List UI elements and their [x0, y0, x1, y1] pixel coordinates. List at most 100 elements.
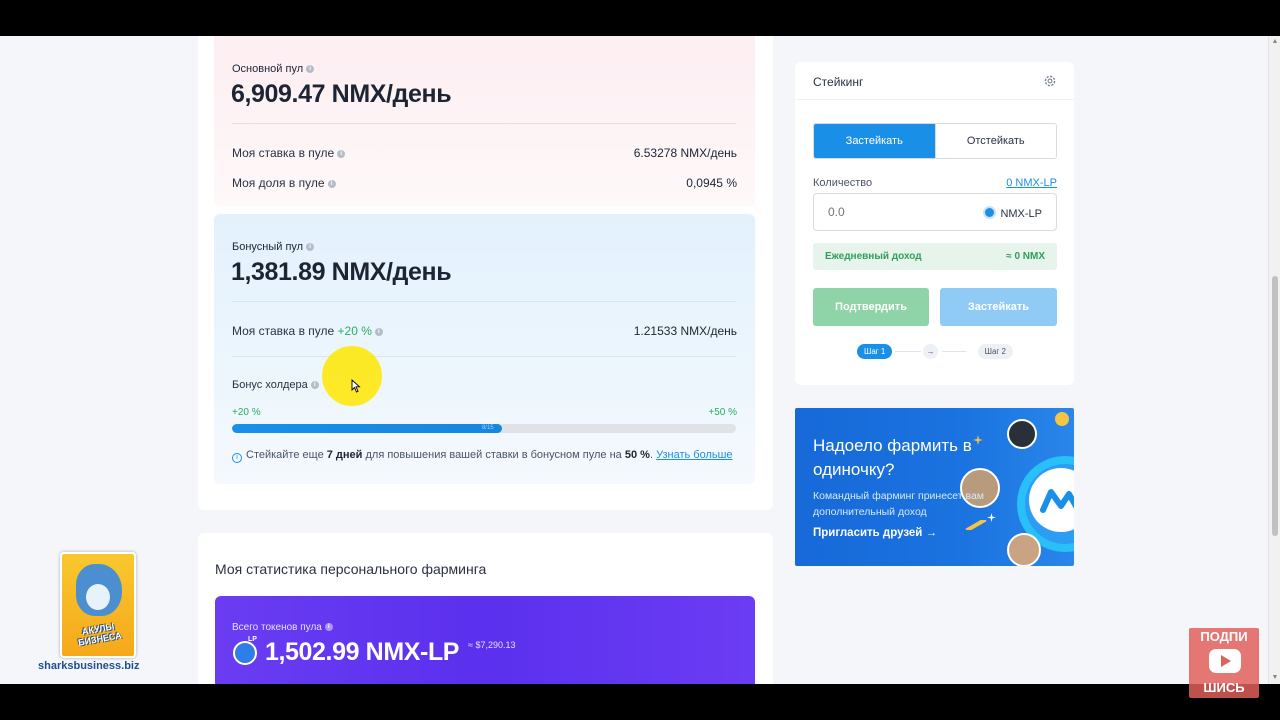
max-balance-link[interactable]: 0 NMX-LP [1006, 177, 1057, 189]
pencil-icon [965, 520, 987, 530]
holder-bonus-progress: 8/15 [232, 424, 736, 433]
stake-tabs: Застейкать Отстейкать [813, 123, 1057, 159]
scroll-down-icon[interactable]: ▼ [1271, 674, 1279, 682]
main-my-share-label: Моя доля в пуле i [232, 176, 336, 190]
browser-viewport: Основной пул i 6,909.47 NMX/день Моя став… [0, 36, 1280, 684]
shark-site-url: sharksbusiness.biz [38, 660, 140, 672]
info-icon[interactable]: i [306, 243, 315, 251]
bonus-pool-title-text: Бонусный пул [232, 241, 304, 253]
daily-income-value: ≈ 0 NMX [1006, 251, 1045, 262]
info-icon[interactable]: i [324, 623, 333, 631]
lp-token-icon [233, 641, 257, 665]
bonus-pool-panel: Бонусный пул i 1,381.89 NMX/день Моя став… [214, 214, 755, 484]
main-my-stake-value: 6.53278 NMX/день [633, 146, 737, 160]
holder-bonus-label-text: Бонус холдера [232, 379, 308, 391]
total-tokens-label: Всего токенов пула i [232, 622, 333, 633]
main-my-share-value: 0,0945 % [686, 176, 737, 190]
bonus-my-stake-value: 1.21533 NMX/день [633, 324, 737, 338]
main-my-stake-label-text: Моя ставка в пуле [232, 146, 335, 160]
info-icon[interactable]: i [337, 150, 346, 158]
sharks-business-logo: АКУЛЫ БИЗНЕСА [60, 552, 136, 658]
divider [232, 301, 736, 302]
subscribe-top-text: ПОДПИ [1200, 629, 1248, 644]
note-prefix: Стейкайте еще [246, 449, 324, 461]
quantity-field[interactable]: NMX-LP [813, 193, 1057, 231]
range-min-label: +20 % [232, 407, 261, 418]
note-percent: 50 % [624, 449, 650, 461]
confirm-button[interactable]: Подтвердить [813, 288, 929, 326]
step-1-badge: Шаг 1 [857, 344, 893, 359]
range-max-label: +50 % [708, 407, 737, 418]
main-pool-title: Основной пул i [232, 63, 315, 75]
quantity-label: Количество [813, 177, 873, 189]
info-icon[interactable]: i [310, 381, 319, 389]
total-tokens-amount: 1,502.99 NMX-LP [265, 638, 460, 666]
total-tokens-label-text: Всего токенов пула [232, 622, 322, 633]
step-2-badge: Шаг 2 [977, 344, 1013, 359]
lp-tag: LP [248, 636, 257, 643]
shark-belly [86, 584, 110, 610]
gear-icon[interactable] [1043, 74, 1057, 88]
subscribe-badge[interactable]: ПОДПИ ШИСЬ [1189, 628, 1259, 698]
info-circle-icon: i [232, 453, 242, 463]
bonus-my-stake-label: Моя ставка в пуле +20 % i [232, 324, 383, 338]
main-pool-panel: Основной пул i 6,909.47 NMX/день Моя став… [214, 36, 755, 206]
token-label: NMX-LP [1000, 208, 1042, 220]
progress-fill: 8/15 [232, 424, 502, 433]
youtube-play-icon [1209, 649, 1241, 673]
bonus-percent-badge: +20 % [337, 324, 372, 338]
step-connector [895, 351, 921, 352]
nomiswap-logo [1029, 468, 1074, 532]
bonus-my-stake-label-text: Моя ставка в пуле [232, 324, 335, 338]
note-mid: для повышения вашей ставки в бонусном пу… [365, 449, 622, 461]
info-icon[interactable]: i [327, 180, 336, 188]
staking-widget: Стейкинг Застейкать Отстейкать Количеств… [795, 62, 1074, 385]
banner-heading: Надоело фармить в одиночку? [813, 436, 972, 479]
main-my-stake-label: Моя ставка в пуле i [232, 146, 346, 160]
info-icon[interactable]: i [374, 328, 383, 336]
nmx-lp-token-icon [983, 206, 997, 219]
page-scrollbar[interactable]: ▲ ▼ [1268, 36, 1280, 684]
quantity-input[interactable] [828, 205, 948, 219]
sparkle-icon [987, 513, 996, 522]
token-selector: NMX-LP [983, 206, 1042, 220]
stake-button[interactable]: Застейкать [940, 288, 1057, 326]
cursor-highlight [322, 346, 382, 406]
bonus-pool-amount: 1,381.89 NMX/день [231, 258, 452, 286]
step-connector [942, 351, 966, 352]
farming-stats-card: Моя статистика персонального фарминга Вс… [198, 533, 773, 684]
info-icon[interactable]: i [306, 65, 315, 73]
divider [232, 356, 736, 357]
shark-logo-title: АКУЛЫ БИЗНЕСА [77, 621, 123, 648]
bonus-pool-title: Бонусный пул i [232, 241, 315, 253]
pool-card: Основной пул i 6,909.47 NMX/день Моя став… [198, 36, 773, 510]
scroll-up-icon[interactable]: ▲ [1271, 38, 1279, 46]
invite-friends-link[interactable]: Пригласить друзей → [813, 527, 937, 539]
staking-title: Стейкинг [813, 75, 864, 89]
holder-bonus-note: i Стейкайте еще 7 дней для повышения ваше… [232, 449, 733, 463]
tab-stake[interactable]: Застейкать [814, 124, 935, 158]
scrollbar-thumb[interactable] [1272, 276, 1278, 536]
total-tokens-card: Всего токенов пула i LP 1,502.99 NMX-LP ≈… [215, 596, 755, 684]
nomiswap-wave-icon [1040, 489, 1074, 513]
note-end: . [649, 449, 654, 461]
daily-income-box: Ежедневный доход ≈ 0 NMX [813, 243, 1057, 270]
tab-unstake[interactable]: Отстейкать [934, 124, 1056, 158]
learn-more-link[interactable]: Узнать больше [656, 449, 732, 461]
divider [232, 123, 736, 124]
banner-subtext: Командный фарминг принесет вам дополните… [813, 490, 985, 518]
stats-title: Моя статистика персонального фарминга [215, 561, 487, 577]
main-pool-amount: 6,909.47 NMX/день [231, 80, 452, 108]
team-farming-banner[interactable]: Надоело фармить в одиночку? Командный фа… [795, 408, 1074, 566]
main-my-share-label-text: Моя доля в пуле [232, 176, 325, 190]
step-indicator: Шаг 1 → Шаг 2 [857, 344, 1013, 360]
holder-bonus-label: Бонус холдера i [232, 379, 319, 391]
note-days: 7 дней [326, 449, 363, 461]
avatar [1007, 533, 1041, 566]
progress-text: 8/15 [481, 425, 494, 431]
arrow-right-icon: → [923, 344, 938, 359]
total-tokens-usd: ≈ $7,290.13 [468, 640, 516, 650]
avatar [1007, 419, 1037, 449]
staking-header: Стейкинг [795, 62, 1074, 100]
mouse-cursor-icon [351, 379, 361, 393]
